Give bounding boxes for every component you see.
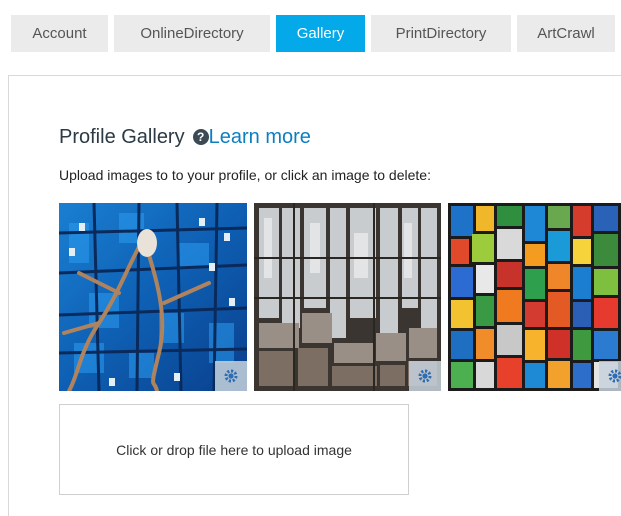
blue-stained-glass-image[interactable] [59, 203, 247, 391]
upload-dropzone-label: Click or drop file here to upload image [116, 441, 352, 458]
tab-artcrawl[interactable]: ArtCrawl [517, 15, 615, 52]
image-options-button[interactable] [215, 361, 247, 391]
tab-bar: Account OnlineDirectory Gallery PrintDir… [0, 0, 621, 60]
image-options-button[interactable] [599, 361, 621, 391]
gear-icon [608, 369, 621, 383]
gallery-title: Profile Gallery [59, 126, 185, 148]
image-options-button[interactable] [409, 361, 441, 391]
tab-online-directory[interactable]: OnlineDirectory [114, 15, 270, 52]
question-circle-icon[interactable]: ? [192, 129, 209, 145]
upload-dropzone[interactable]: Click or drop file here to upload image [59, 404, 409, 495]
grey-birch-stained-glass-image[interactable] [254, 203, 441, 391]
colorful-mosaic-stained-glass-art [448, 203, 621, 391]
gear-icon [418, 369, 432, 383]
gear-icon [224, 369, 238, 383]
tab-gallery[interactable]: Gallery [276, 15, 365, 52]
tab-account[interactable]: Account [11, 15, 108, 52]
colorful-mosaic-stained-glass-image[interactable] [448, 203, 621, 391]
learn-more-link[interactable]: Learn more [209, 126, 311, 148]
upload-instructions: Upload images to to your profile, or cli… [59, 167, 431, 183]
tab-print-directory[interactable]: PrintDirectory [371, 15, 511, 52]
page-title: Profile Gallery? Learn more [59, 126, 311, 149]
